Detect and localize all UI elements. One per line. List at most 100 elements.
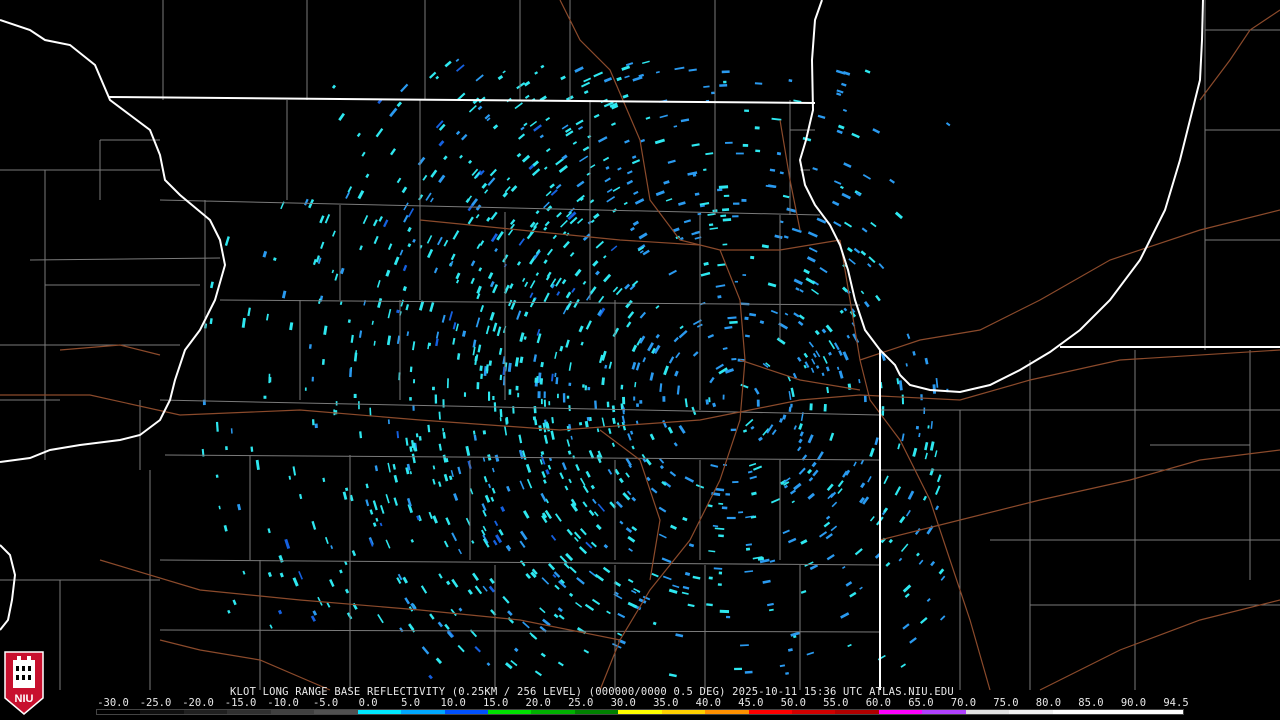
radar-echo — [725, 141, 733, 144]
radar-echo — [730, 428, 737, 432]
radar-echo — [622, 396, 626, 405]
radar-echo — [863, 394, 867, 403]
radar-echo — [633, 396, 636, 401]
radar-echo — [515, 385, 519, 391]
colorbar-tick-label: 20.0 — [525, 697, 551, 709]
radar-echo — [508, 389, 512, 395]
colorbar-tick-label: 70.0 — [950, 697, 977, 709]
radar-echo — [427, 342, 432, 347]
logo-text: NIU — [15, 693, 34, 705]
radar-echo — [412, 404, 415, 411]
radar-echo — [716, 188, 723, 192]
colorbar-swatch — [97, 710, 141, 714]
radar-echo — [532, 416, 537, 421]
radar-echo — [562, 393, 566, 403]
colorbar-swatch — [705, 710, 749, 714]
radar-echo — [353, 393, 357, 398]
colorbar-swatch — [270, 710, 315, 714]
colorbar-tick-label: -5.0 — [312, 697, 339, 709]
radar-echo — [639, 400, 643, 404]
colorbar-tick-label: 65.0 — [908, 697, 934, 709]
colorbar-swatch — [183, 710, 228, 714]
colorbar-tick-label: 10.0 — [440, 697, 466, 709]
radar-echo — [732, 215, 739, 218]
radar-echo — [225, 446, 228, 451]
colorbar-swatch — [878, 710, 923, 714]
colorbar-tick-label: -30.0 — [97, 697, 129, 709]
radar-echo — [734, 280, 738, 283]
radar-echo — [744, 109, 749, 112]
radar-echo — [744, 316, 749, 321]
radar-echo — [741, 198, 747, 202]
radar-echo — [409, 366, 413, 373]
radar-echo — [725, 493, 731, 496]
radar-echo — [927, 425, 930, 429]
radar-echo — [304, 387, 307, 391]
radar-echo — [268, 377, 272, 383]
radar-echo — [742, 274, 747, 276]
colorbar-swatch — [661, 710, 706, 714]
radar-echo — [409, 397, 412, 401]
radar-echo — [578, 422, 583, 426]
radar-echo — [738, 511, 744, 514]
radar-echo — [215, 474, 219, 478]
radar-echo — [584, 385, 588, 391]
radar-echo — [711, 91, 715, 95]
colorbar-tick-label: 85.0 — [1078, 697, 1104, 709]
radar-echo — [755, 149, 761, 153]
radar-echo — [735, 152, 744, 155]
colorbar-tick-label: 0.0 — [358, 697, 378, 709]
radar-echo — [358, 401, 360, 410]
radar-echo — [717, 583, 722, 586]
radar-map — [0, 0, 1280, 720]
radar-echo — [311, 376, 314, 382]
radar-echo — [539, 378, 544, 385]
colorbar-tick-label: 80.0 — [1035, 697, 1062, 709]
radar-echo — [915, 425, 919, 430]
colorbar-swatch — [1009, 710, 1053, 714]
colorbar-swatch — [1052, 710, 1097, 714]
colorbar-swatch — [227, 710, 271, 714]
radar-echo — [387, 419, 390, 425]
radar-echo — [742, 143, 749, 147]
radar-echo — [557, 393, 559, 399]
radar-echo — [881, 406, 885, 416]
colorbar-tick-label: 94.5 — [1163, 697, 1189, 709]
radar-echo — [722, 394, 725, 400]
colorbar-swatch — [748, 710, 792, 714]
radar-echo — [321, 359, 325, 365]
radar-echo — [517, 392, 520, 398]
radar-echo — [548, 401, 551, 406]
radar-echo — [726, 516, 736, 520]
colorbar-swatch — [1139, 710, 1183, 714]
colorbar-tick-label: 5.0 — [401, 697, 421, 709]
radar-echo — [540, 398, 543, 405]
radar-echo — [446, 378, 449, 389]
radar-echo — [311, 419, 315, 426]
radar-echo — [582, 384, 585, 388]
colorbar-tick-label: -10.0 — [267, 697, 299, 709]
radar-echo — [534, 377, 538, 383]
radar-echo — [723, 194, 730, 197]
radar-echo — [587, 386, 591, 391]
colorbar-swatch — [444, 710, 488, 714]
radar-echo — [721, 70, 730, 74]
radar-echo — [923, 407, 926, 414]
radar-echo — [745, 547, 751, 551]
colorbar-swatch — [792, 710, 836, 714]
radar-echo — [734, 667, 742, 671]
radar-echo — [719, 609, 730, 614]
radar-echo — [412, 379, 416, 384]
radar-echo — [719, 83, 728, 87]
radar-echo — [537, 391, 541, 399]
radar-echo — [754, 126, 760, 130]
radar-echo — [721, 506, 728, 510]
radar-echo — [586, 416, 590, 421]
colorbar-swatch — [487, 710, 532, 714]
radar-echo — [726, 615, 731, 619]
radar-echo — [314, 423, 318, 429]
colorbar-tick-label: 75.0 — [993, 697, 1019, 709]
colorbar-swatch — [357, 710, 402, 714]
colorbar-tick-label: 40.0 — [695, 697, 721, 709]
radar-echo — [901, 394, 905, 405]
